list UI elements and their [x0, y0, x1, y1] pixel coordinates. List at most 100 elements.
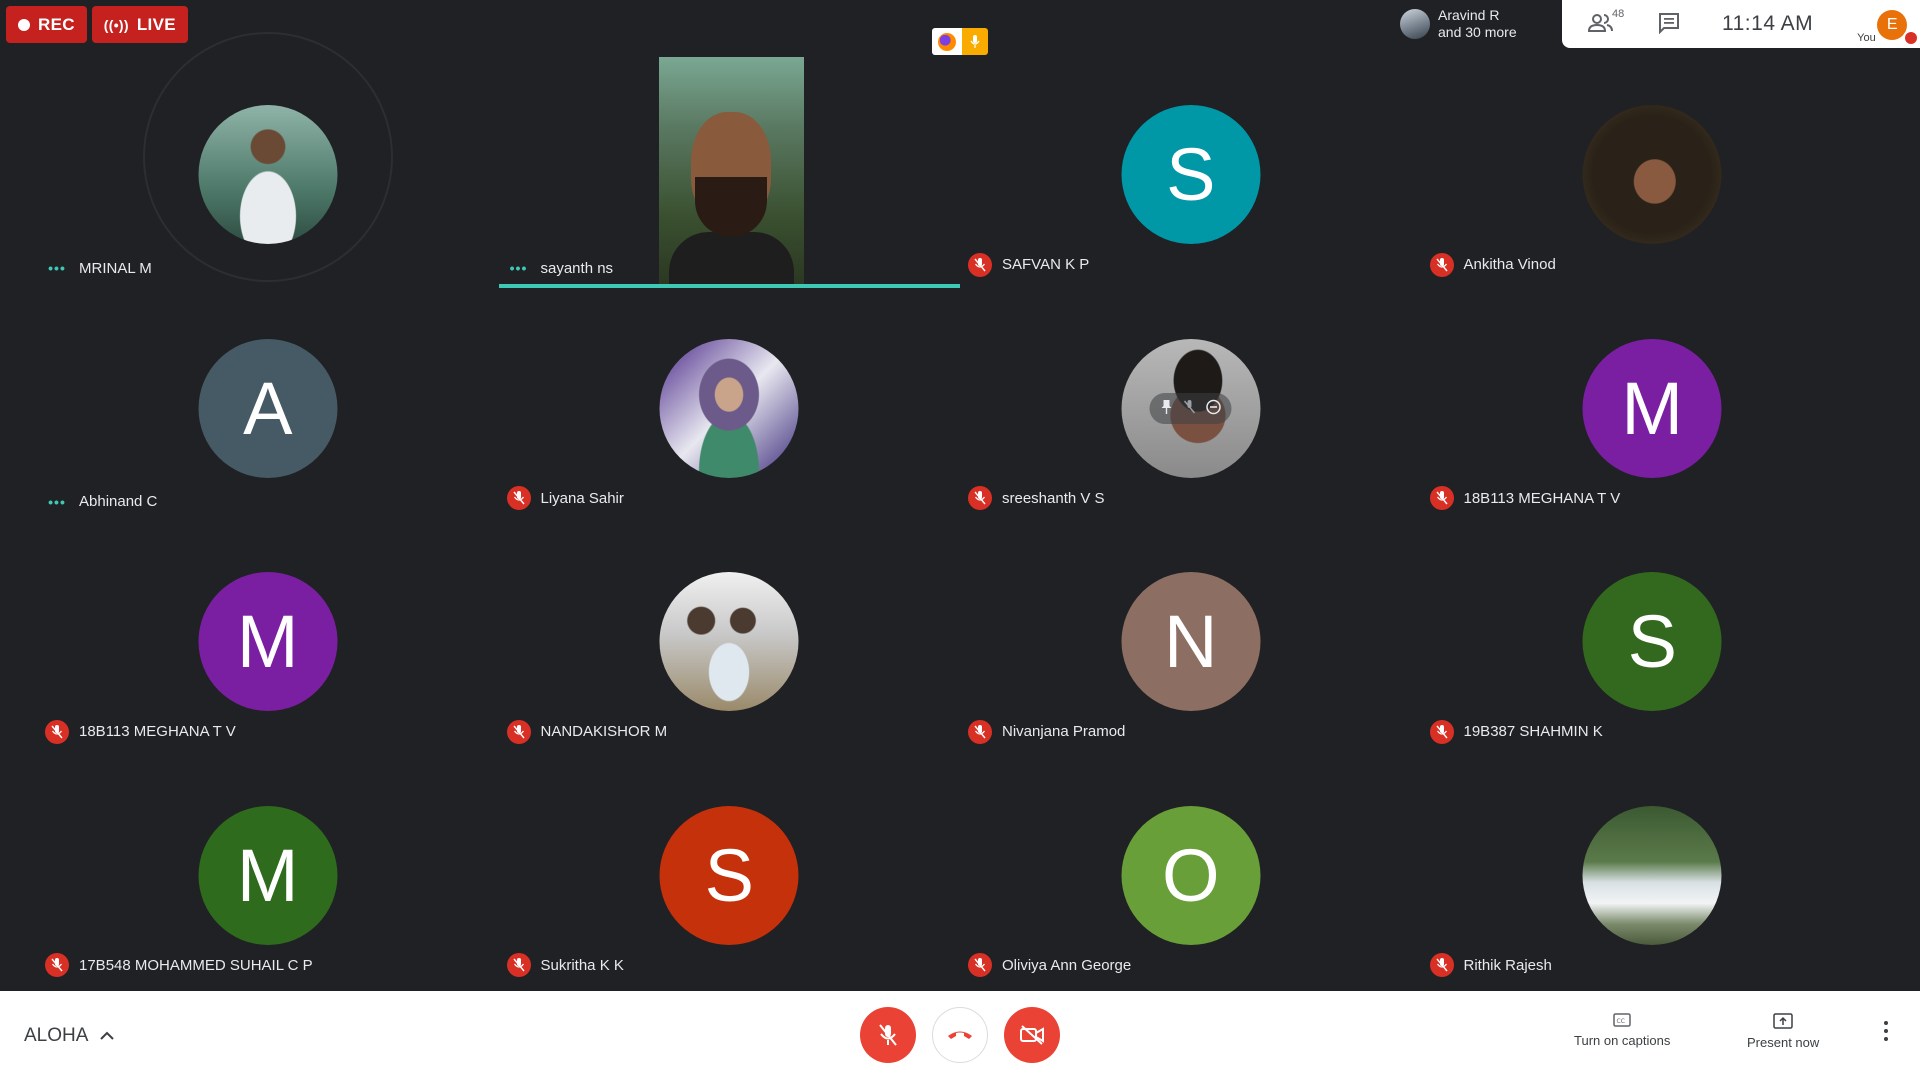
participant-name: Oliviya Ann George — [1002, 956, 1132, 974]
self-muted-icon — [1903, 30, 1919, 45]
remove-icon[interactable] — [1206, 399, 1222, 418]
participant-avatar: S — [1121, 105, 1261, 244]
hang-up-icon — [948, 1031, 972, 1039]
presenter-name: Aravind R — [1438, 7, 1500, 23]
mic-off-icon — [45, 953, 69, 977]
mic-off-icon — [506, 719, 531, 744]
meet-window: REC ((•)) LIVE Aravind R and 30 more 48 … — [0, 0, 1920, 1080]
participant-name-row: Nivanjana Pramod — [968, 719, 1126, 744]
participant-name-row: 19B387 SHAHMIN K — [1429, 719, 1603, 744]
leave-call-button[interactable] — [932, 1007, 988, 1063]
mic-off-icon — [1429, 252, 1454, 277]
pin-icon[interactable] — [1160, 399, 1174, 418]
mic-toggle-button[interactable] — [860, 1007, 916, 1063]
mic-off-icon — [968, 252, 992, 277]
participant-video — [658, 57, 804, 284]
meeting-name: ALOHA — [24, 1024, 89, 1046]
mic-off-icon — [1429, 486, 1454, 510]
speaking-dots-icon: ••• — [48, 493, 66, 510]
participant-tile[interactable]: Liyana Sahir — [499, 291, 961, 525]
presenter-text: Aravind R and 30 more — [1438, 7, 1517, 41]
participant-avatar: M — [1582, 338, 1722, 478]
participant-tile[interactable]: S Sukritha K K — [499, 758, 961, 992]
rec-button[interactable]: REC — [6, 6, 87, 43]
clock: 11:14 AM — [1722, 12, 1814, 35]
broadcast-icon: ((•)) — [103, 16, 129, 33]
participant-tile[interactable]: M 18B113 MEGHANA T V — [37, 524, 499, 758]
captions-button[interactable]: CC Turn on captions — [1574, 1013, 1670, 1048]
svg-text:CC: CC — [1617, 1018, 1625, 1025]
participant-name: 17B548 MOHAMMED SUHAIL C P — [79, 956, 313, 974]
participant-tile[interactable]: ••• MRINAL M — [37, 32, 499, 291]
participant-tile[interactable]: S 19B387 SHAHMIN K — [1422, 524, 1884, 758]
presenter-info[interactable]: Aravind R and 30 more — [1392, 0, 1570, 48]
mute-participant-icon[interactable] — [1184, 399, 1196, 417]
participant-name-row: ••• MRINAL M — [45, 260, 152, 277]
participant-tile[interactable]: Rithik Rajesh — [1422, 758, 1884, 992]
participant-name: Rithik Rajesh — [1463, 956, 1552, 974]
participant-name-row: Oliviya Ann George — [968, 953, 1131, 977]
participant-name-row: 17B548 MOHAMMED SUHAIL C P — [45, 953, 313, 977]
self-label: You — [1857, 32, 1876, 44]
participant-tile-video[interactable]: ••• sayanth ns — [498, 57, 960, 291]
participant-name: Abhinand C — [79, 493, 158, 510]
participant-name-row: 18B113 MEGHANA T V — [1429, 486, 1621, 510]
top-right-bar: 48 11:14 AM E You — [1562, 0, 1920, 48]
participant-tile[interactable]: S SAFVAN K P — [960, 57, 1422, 291]
participant-tile[interactable]: M 17B548 MOHAMMED SUHAIL C P — [37, 758, 499, 992]
rec-label: REC — [38, 14, 75, 34]
self-avatar[interactable]: E You — [1857, 0, 1919, 48]
participant-tile[interactable]: Ankitha Vinod — [1422, 57, 1884, 291]
participant-name: Ankitha Vinod — [1463, 256, 1556, 273]
participant-tile[interactable]: O Oliviya Ann George — [960, 758, 1422, 992]
participant-name: 18B113 MEGHANA T V — [1463, 489, 1621, 507]
participant-tile[interactable]: sreeshanth V S — [960, 291, 1422, 525]
participant-tile[interactable]: N Nivanjana Pramod — [960, 524, 1422, 758]
participant-name: sreeshanth V S — [1002, 489, 1105, 507]
participant-avatar: M — [198, 572, 338, 711]
participant-name: 19B387 SHAHMIN K — [1463, 723, 1603, 740]
participant-photo — [198, 105, 338, 244]
firefox-icon — [932, 28, 962, 55]
record-dot-icon — [18, 18, 30, 31]
recording-badges: REC ((•)) LIVE — [6, 6, 188, 43]
participant-name-row: Rithik Rajesh — [1429, 953, 1552, 977]
participant-name-row: ••• sayanth ns — [507, 259, 614, 277]
participant-name: SAFVAN K P — [1002, 256, 1090, 273]
participant-avatar: M — [198, 805, 338, 945]
meeting-details-button[interactable]: ALOHA — [24, 991, 115, 1080]
participant-avatar: S — [1582, 572, 1722, 711]
participant-photo — [659, 572, 799, 711]
participant-tile[interactable]: A ••• Abhinand C — [37, 291, 499, 525]
present-label: Present now — [1747, 1035, 1820, 1050]
mic-icon — [962, 28, 988, 55]
chevron-up-icon — [100, 1031, 115, 1040]
participant-tile[interactable]: M 18B113 MEGHANA T V — [1422, 291, 1884, 525]
mic-off-icon — [506, 953, 531, 977]
more-options-icon[interactable] — [1884, 1021, 1888, 1041]
active-speaker-bar — [498, 283, 960, 288]
captions-icon: CC — [1613, 1013, 1631, 1027]
sharing-indicator[interactable] — [932, 28, 988, 55]
people-icon — [1588, 14, 1613, 32]
hover-bar — [1149, 392, 1232, 424]
live-button[interactable]: ((•)) LIVE — [91, 6, 188, 43]
participant-name-row: SAFVAN K P — [968, 252, 1090, 277]
present-icon — [1773, 1013, 1793, 1029]
mic-off-icon — [45, 719, 69, 744]
present-now-button[interactable]: Present now — [1747, 1013, 1819, 1050]
chat-button[interactable] — [1658, 12, 1682, 36]
participant-name-row: Sukritha K K — [506, 953, 624, 977]
mic-off-icon — [1429, 719, 1454, 744]
presenter-more: and 30 more — [1438, 24, 1517, 40]
participant-name: sayanth ns — [540, 259, 614, 277]
mic-off-icon — [1429, 953, 1454, 977]
participant-name: 18B113 MEGHANA T V — [79, 723, 236, 740]
participant-name: Nivanjana Pramod — [1002, 723, 1126, 740]
participant-name: Liyana Sahir — [540, 489, 624, 507]
participant-name: MRINAL M — [79, 259, 152, 277]
camera-toggle-button[interactable] — [1004, 1007, 1060, 1063]
participant-tile[interactable]: NANDAKISHOR M — [499, 524, 961, 758]
people-button[interactable]: 48 — [1588, 8, 1624, 36]
speaking-dots-icon: ••• — [48, 260, 66, 276]
